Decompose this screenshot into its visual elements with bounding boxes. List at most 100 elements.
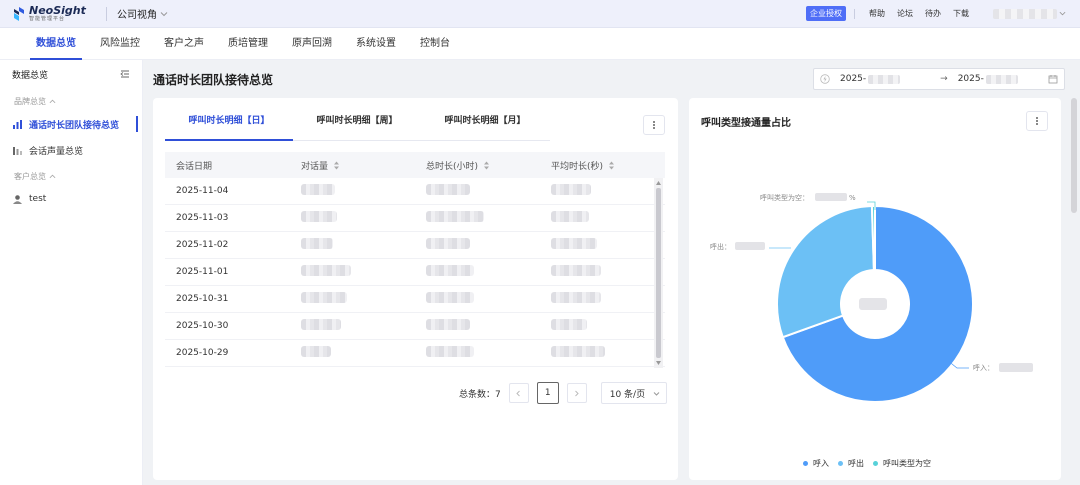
column-header-dialogs[interactable]: 对话量 <box>290 159 415 172</box>
chevron-down-icon <box>653 391 660 396</box>
sort-icon[interactable] <box>483 161 490 170</box>
nav-console[interactable]: 控制台 <box>420 28 450 60</box>
logo-mark-icon <box>14 6 24 21</box>
help-link[interactable]: 帮助 <box>869 8 885 19</box>
more-vertical-icon <box>653 121 655 129</box>
sidebar-item-test[interactable]: test <box>0 186 142 212</box>
blurred-value <box>815 193 847 201</box>
enterprise-license-badge[interactable]: 企业授权 <box>806 6 846 21</box>
blurred-value <box>735 242 765 250</box>
nav-system-settings[interactable]: 系统设置 <box>356 28 396 60</box>
blurred-value <box>551 319 587 330</box>
next-page-button[interactable] <box>566 383 587 403</box>
view-switcher[interactable]: 公司视角 <box>117 6 168 21</box>
sidebar-item-label: 会话声量总览 <box>29 146 84 157</box>
slice-label-empty: 呼叫类型为空： <box>760 193 809 202</box>
date-start[interactable]: 2025- <box>840 74 901 84</box>
call-duration-table: 会话日期 对话量 总时长(小时) 平均时长(秒) 2025-11-04 2025… <box>165 152 665 367</box>
donut-slice-1[interactable] <box>776 205 875 339</box>
app-logo[interactable]: NeoSight 智能管理平台 <box>12 5 98 22</box>
page-title: 通话时长团队接待总览 <box>153 73 274 87</box>
legend-swatch <box>873 461 878 466</box>
cell-date: 2025-10-31 <box>176 294 229 304</box>
calendar-icon[interactable] <box>1048 74 1058 84</box>
blurred-value <box>551 238 597 249</box>
blurred-value <box>426 211 484 222</box>
sidebar-item-conversation-volume[interactable]: 会话声量总览 <box>0 137 142 163</box>
page-size-select[interactable]: 10 条/页 <box>600 382 667 404</box>
legend-item-empty[interactable]: 呼叫类型为空 <box>873 458 931 469</box>
table-header: 会话日期 对话量 总时长(小时) 平均时长(秒) <box>165 152 665 178</box>
blurred-value <box>301 211 337 222</box>
column-header-label: 平均时长(秒) <box>551 161 604 172</box>
chevron-left-icon <box>516 390 521 396</box>
blurred-value <box>551 211 589 222</box>
call-type-donut-chart: 呼叫类型为空： % 呼出： 呼入： <box>710 193 1033 403</box>
sort-icon[interactable] <box>333 161 340 170</box>
nav-risk-monitor[interactable]: 风险监控 <box>100 28 140 60</box>
date-range-picker[interactable]: 2025- → 2025- <box>813 68 1065 90</box>
chevron-down-icon[interactable] <box>1059 10 1066 17</box>
nav-data-overview[interactable]: 数据总览 <box>30 28 82 60</box>
nav-quality-training[interactable]: 质培管理 <box>228 28 268 60</box>
sort-icon[interactable] <box>608 161 615 170</box>
slice-label-empty-percent: % <box>849 194 856 202</box>
chart-legend: 呼入 呼出 呼叫类型为空 <box>803 458 940 469</box>
legend-label: 呼出 <box>848 459 864 468</box>
tab-weekly[interactable]: 呼叫时长明细【周】 <box>293 110 421 140</box>
column-header-total-hours[interactable]: 总时长(小时) <box>415 159 540 172</box>
table-scrollbar[interactable] <box>654 178 663 368</box>
scroll-up-icon[interactable] <box>655 180 662 186</box>
blurred-value <box>426 238 470 249</box>
slice-label-in: 呼入： <box>973 363 994 372</box>
user-account-blurred[interactable] <box>993 8 1057 19</box>
page-number-current[interactable]: 1 <box>536 382 559 404</box>
legend-item-inbound[interactable]: 呼入 <box>803 458 829 469</box>
column-header-avg-seconds[interactable]: 平均时长(秒) <box>540 159 665 172</box>
blurred-value <box>301 238 333 249</box>
forum-link[interactable]: 论坛 <box>897 8 913 19</box>
cell-date: 2025-11-03 <box>176 213 229 223</box>
chevron-up-icon <box>49 99 56 104</box>
chevron-up-icon <box>49 174 56 179</box>
sidebar-group-customer[interactable]: 客户总览 <box>0 163 142 186</box>
download-link[interactable]: 下载 <box>953 8 969 19</box>
legend-item-outbound[interactable]: 呼出 <box>838 458 864 469</box>
table-row: 2025-11-02 <box>165 232 665 259</box>
blurred-value <box>859 298 887 310</box>
column-header-label: 对话量 <box>301 161 329 172</box>
sidebar-group-brand[interactable]: 品牌总览 <box>0 88 142 111</box>
sidebar-item-label: 通话时长团队接待总览 <box>29 120 120 131</box>
sidebar-title: 数据总览 <box>12 70 49 81</box>
blurred-value <box>551 346 605 357</box>
blurred-value <box>301 265 351 276</box>
bar-chart-icon <box>13 146 22 155</box>
blurred-value <box>551 184 591 195</box>
sidebar-group-label: 品牌总览 <box>14 97 46 106</box>
nav-customer-voice[interactable]: 客户之声 <box>164 28 204 60</box>
cell-date: 2025-11-01 <box>176 267 229 277</box>
table-more-button[interactable] <box>643 115 665 135</box>
table-row: 2025-10-31 <box>165 286 665 313</box>
tab-daily[interactable]: 呼叫时长明细【日】 <box>165 110 293 141</box>
prev-page-button[interactable] <box>508 383 529 403</box>
blurred-value <box>985 74 1018 84</box>
nav-voice-replay[interactable]: 原声回溯 <box>292 28 332 60</box>
page-scrollbar[interactable] <box>1071 98 1077 213</box>
logo-subtitle: 智能管理平台 <box>29 16 66 22</box>
tab-monthly[interactable]: 呼叫时长明细【月】 <box>421 110 549 140</box>
column-header-date: 会话日期 <box>165 159 290 172</box>
scroll-down-icon[interactable] <box>655 360 662 366</box>
date-arrow: → <box>940 74 948 84</box>
sidebar-item-label: test <box>29 194 47 204</box>
sidebar-item-call-duration-team[interactable]: 通话时长团队接待总览 <box>0 111 142 137</box>
legend-swatch <box>803 461 808 466</box>
collapse-menu-icon[interactable] <box>120 69 130 79</box>
todo-link[interactable]: 待办 <box>925 8 941 19</box>
main-nav: 数据总览 风险监控 客户之声 质培管理 原声回溯 系统设置 控制台 <box>0 28 1080 60</box>
cell-date: 2025-11-02 <box>176 240 229 250</box>
table-row: 2025-10-29 <box>165 340 665 367</box>
scrollbar-thumb[interactable] <box>656 188 661 358</box>
date-end[interactable]: 2025- <box>958 74 1018 84</box>
chevron-down-icon <box>160 11 168 16</box>
